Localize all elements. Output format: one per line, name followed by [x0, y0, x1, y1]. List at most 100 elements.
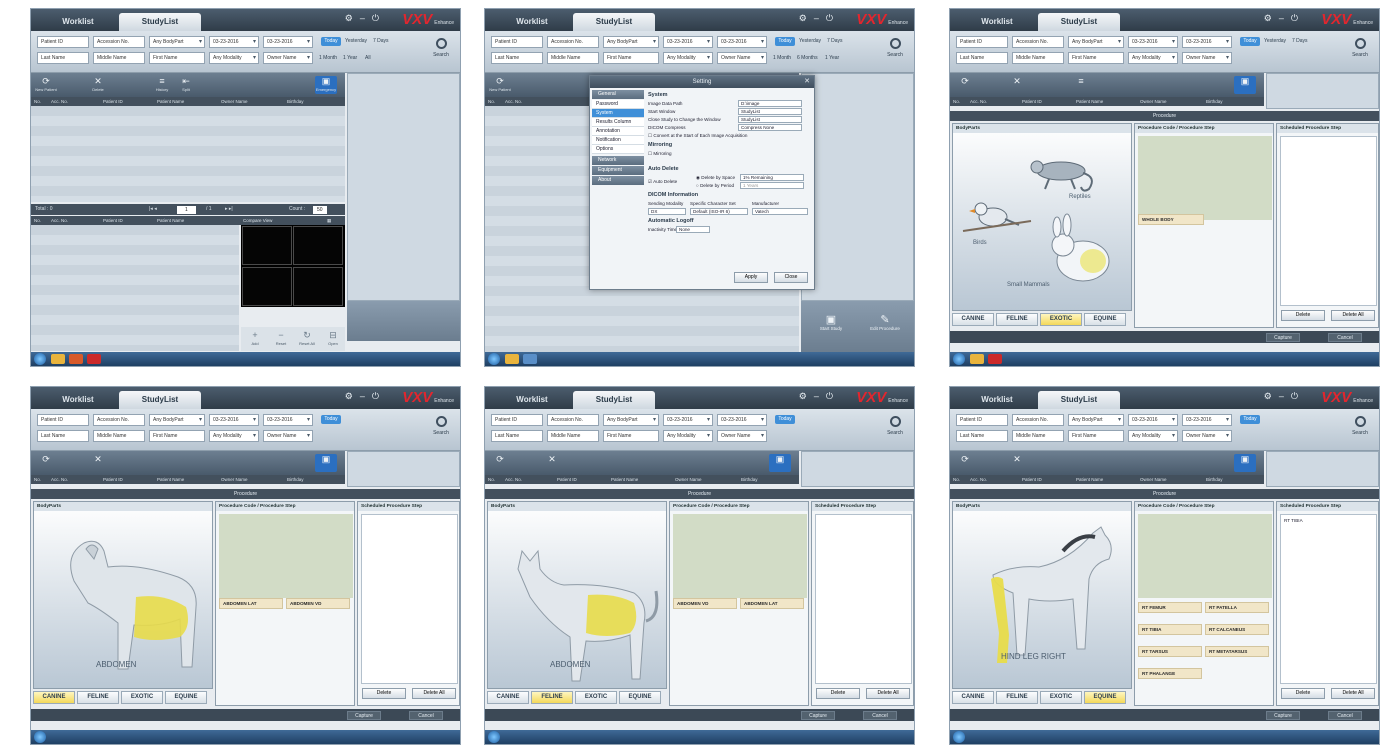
folder-icon[interactable] [505, 354, 519, 364]
nav-options[interactable]: Options [592, 145, 644, 154]
modality-select[interactable]: Any Modality [663, 430, 713, 442]
middle-name-field[interactable]: Middle Name [93, 430, 145, 442]
accession-field[interactable]: Accession No. [1012, 36, 1064, 48]
delete-step-button[interactable]: Delete [1281, 688, 1325, 699]
new-patient-button[interactable]: ⟳ [954, 76, 976, 94]
grid-layout-icon[interactable]: ▦ [327, 216, 331, 225]
first-name-field[interactable]: First Name [1068, 52, 1124, 64]
six-months-button[interactable]: 6 Months [797, 55, 818, 61]
cancel-button[interactable]: Cancel [1328, 333, 1362, 342]
nav-system[interactable]: System [592, 109, 644, 118]
emergency-button[interactable]: ▣ [1234, 76, 1256, 94]
media-icon[interactable] [523, 354, 537, 364]
tab-exotic[interactable]: EXOTIC [1040, 691, 1082, 704]
split-button[interactable]: ⇤ Split [175, 76, 197, 94]
last-name-field[interactable]: Last Name [37, 430, 89, 442]
all-button[interactable]: All [365, 55, 371, 61]
yesterday-button[interactable]: Yesterday [345, 38, 367, 44]
close-button[interactable]: Close [774, 272, 808, 283]
sending-modality-select[interactable]: DX [648, 208, 686, 215]
nav-equipment[interactable]: Equipment [592, 166, 644, 175]
count-select[interactable]: 50 [313, 205, 327, 214]
delete-step-button[interactable]: Delete [1281, 310, 1325, 321]
owner-name-select[interactable]: Owner Name [717, 52, 767, 64]
close-study-select[interactable]: StudyList [738, 116, 802, 123]
one-year-button[interactable]: 1 Year [343, 55, 357, 61]
new-patient-button[interactable]: ⟳ [35, 454, 57, 472]
procedure-item[interactable]: ABDOMEN VD [673, 598, 737, 609]
procedure-item[interactable]: RT PHALANGE [1138, 668, 1202, 679]
start-study-button[interactable]: ▣ Start Study [811, 313, 851, 331]
procedure-item[interactable]: RT METATARSUS [1205, 646, 1269, 657]
new-patient-button[interactable]: ⟳ New Patient [489, 76, 511, 94]
power-icon[interactable]: ⏻ [372, 13, 386, 23]
emergency-button[interactable]: ▣ [1234, 454, 1256, 472]
middle-name-field[interactable]: Middle Name [1012, 430, 1064, 442]
delete-button[interactable]: ✕ [1006, 454, 1028, 472]
procedure-item-whole-body[interactable]: WHOLE BODY [1138, 214, 1204, 225]
delete-step-button[interactable]: Delete [362, 688, 406, 699]
patient-id-field[interactable]: Patient ID [956, 414, 1008, 426]
bodypart-select[interactable]: Any BodyPart [1068, 414, 1124, 426]
emergency-button[interactable]: ▣ [315, 454, 337, 472]
date-from-select[interactable]: 03-23-2016 [1128, 414, 1178, 426]
today-button[interactable]: Today [321, 415, 341, 424]
today-button[interactable]: Today [775, 415, 795, 424]
first-name-field[interactable]: First Name [603, 430, 659, 442]
tab-studylist[interactable]: StudyList [119, 391, 201, 409]
tab-studylist[interactable]: StudyList [573, 13, 655, 31]
one-month-button[interactable]: 1 Month [319, 55, 337, 61]
last-name-field[interactable]: Last Name [37, 52, 89, 64]
tab-worklist[interactable]: Worklist [958, 391, 1036, 409]
inactivity-select[interactable]: None [676, 226, 710, 233]
nav-general[interactable]: General [592, 90, 644, 99]
start-icon[interactable] [488, 353, 500, 365]
delete-button[interactable]: ✕ [87, 454, 109, 472]
today-button[interactable]: Today [1240, 37, 1260, 46]
window-controls[interactable]: ⚙–⏻ [799, 13, 840, 24]
first-name-field[interactable]: First Name [603, 52, 659, 64]
tab-equine[interactable]: EQUINE [165, 691, 207, 704]
by-period-select[interactable]: 1 Years [740, 182, 804, 189]
delete-all-button[interactable]: Delete All [1331, 310, 1375, 321]
delete-button[interactable]: ✕ Delete [87, 76, 109, 94]
scheduled-list[interactable] [1280, 136, 1377, 306]
nav-annotation[interactable]: Annotation [592, 127, 644, 136]
charset-select[interactable]: Default (ISO-IR 6) [690, 208, 748, 215]
tab-equine[interactable]: EQUINE [1084, 691, 1126, 704]
history-button[interactable]: ≡ History [151, 76, 173, 94]
tab-feline[interactable]: FELINE [996, 313, 1038, 326]
start-icon[interactable] [34, 731, 46, 743]
date-from-select[interactable]: 03-23-2016 [663, 36, 713, 48]
delete-button[interactable]: ✕ [1006, 76, 1028, 94]
last-name-field[interactable]: Last Name [491, 430, 543, 442]
tab-exotic[interactable]: EXOTIC [575, 691, 617, 704]
tab-studylist[interactable]: StudyList [1038, 13, 1120, 31]
page-input[interactable]: 1 [177, 205, 196, 214]
seven-days-button[interactable]: 7 Days [1292, 38, 1308, 44]
capture-button[interactable]: Capture [801, 711, 835, 720]
app-icon[interactable] [87, 354, 101, 364]
media-icon[interactable] [69, 354, 83, 364]
folder-icon[interactable] [970, 354, 984, 364]
modality-select[interactable]: Any Modality [663, 52, 713, 64]
reset-all-button[interactable]: ↻ Reset All [295, 329, 319, 346]
first-name-field[interactable]: First Name [149, 430, 205, 442]
delete-button[interactable]: ✕ [541, 454, 563, 472]
folder-icon[interactable] [51, 354, 65, 364]
delete-all-button[interactable]: Delete All [866, 688, 910, 699]
procedure-item[interactable]: RT FEMUR [1138, 602, 1202, 613]
start-icon[interactable] [953, 353, 965, 365]
cancel-button[interactable]: Cancel [1328, 711, 1362, 720]
procedure-item[interactable]: ABDOMEN LAT [219, 598, 283, 609]
image-data-path-field[interactable]: D:\image [738, 100, 802, 107]
search-button[interactable]: Search [882, 415, 908, 445]
date-from-select[interactable]: 03-23-2016 [209, 414, 259, 426]
mirroring-checkbox[interactable]: ☐ Mirroring [648, 150, 812, 164]
date-to-select[interactable]: 03-23-2016 [1182, 36, 1232, 48]
tab-worklist[interactable]: Worklist [39, 391, 117, 409]
middle-name-field[interactable]: Middle Name [1012, 52, 1064, 64]
reset-button[interactable]: − Reset [269, 329, 293, 346]
tab-feline[interactable]: FELINE [996, 691, 1038, 704]
by-space-select[interactable]: 1% Remaining [740, 174, 804, 181]
